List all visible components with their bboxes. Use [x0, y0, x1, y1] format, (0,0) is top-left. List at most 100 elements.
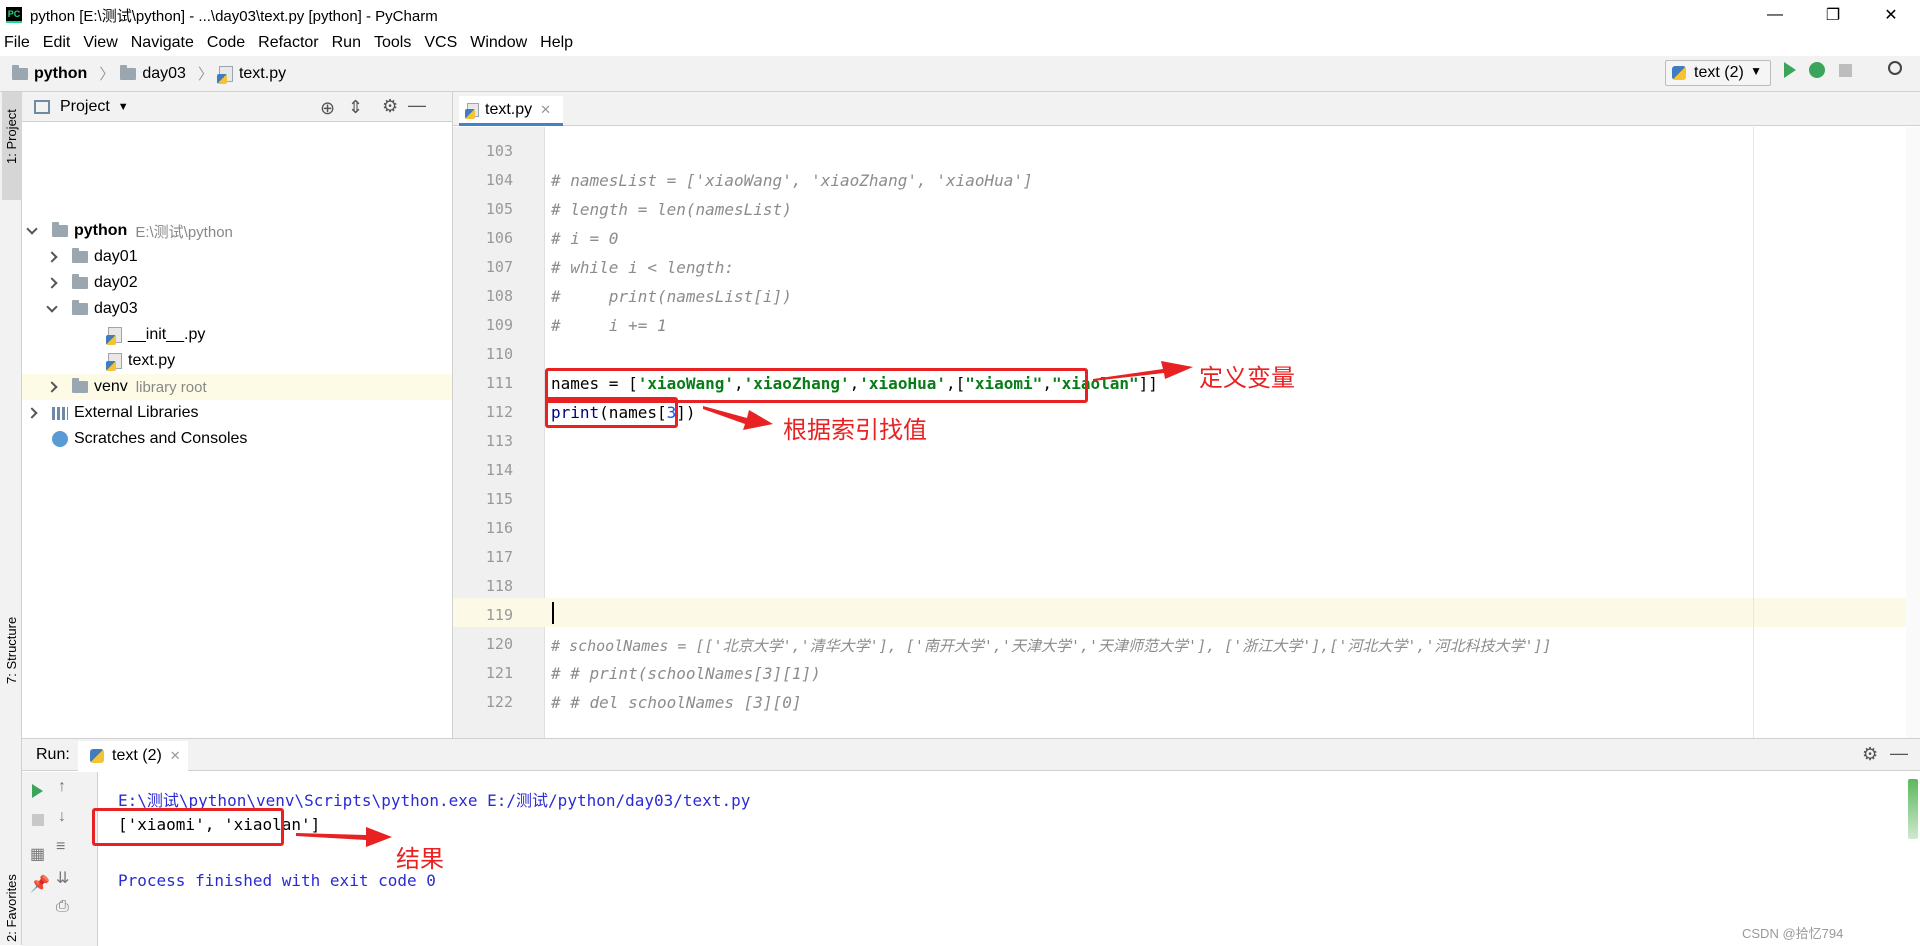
- layout-icon[interactable]: ▦: [30, 844, 45, 864]
- line-number: 109: [485, 316, 513, 334]
- scroll-up-icon[interactable]: ↑: [58, 778, 66, 796]
- window-title: python [E:\测试\python] - ...\day03\text.p…: [30, 7, 438, 25]
- print-icon[interactable]: ⎙: [56, 898, 69, 916]
- stop-icon[interactable]: [1839, 64, 1852, 77]
- rerun-icon[interactable]: [32, 784, 43, 798]
- scroll-down-icon[interactable]: ↓: [58, 808, 66, 826]
- run-icon[interactable]: [1784, 62, 1796, 78]
- line-number: 122: [485, 693, 513, 711]
- minimize-icon[interactable]: —: [1890, 743, 1908, 764]
- menu-view[interactable]: View: [83, 34, 117, 52]
- menu-vcs[interactable]: VCS: [424, 34, 457, 52]
- menu-bar: File Edit View Navigate Code Refactor Ru…: [0, 30, 1920, 56]
- tree-item-venv[interactable]: venv library root: [46, 374, 207, 400]
- chevron-right-icon: [26, 407, 38, 419]
- debug-icon[interactable]: [1809, 62, 1825, 78]
- pin-icon[interactable]: 📌: [30, 874, 50, 894]
- python-file-icon: [106, 353, 122, 371]
- code-line-120[interactable]: # # del schoolNames [3][0]: [551, 693, 801, 712]
- annotation-box-result: [92, 808, 284, 846]
- line-number: 117: [485, 548, 513, 566]
- annotation-arrow-index: [703, 406, 773, 430]
- locate-icon[interactable]: ⊕: [320, 98, 335, 119]
- tree-item-text-py[interactable]: text.py: [106, 348, 175, 374]
- tree-item-day01[interactable]: day01: [46, 244, 138, 270]
- folder-icon: [52, 222, 68, 237]
- close-tab-icon[interactable]: ✕: [540, 102, 551, 118]
- code-line-105[interactable]: # length = len(namesList): [551, 200, 792, 219]
- tree-item-day03[interactable]: day03: [46, 296, 138, 322]
- chevron-right-icon: [46, 251, 58, 263]
- python-icon: [1672, 66, 1686, 80]
- tree-item-python[interactable]: python E:\测试\python: [26, 218, 233, 244]
- menu-code[interactable]: Code: [207, 34, 245, 52]
- collapse-icon[interactable]: ⇕: [348, 97, 363, 118]
- project-view-icon: [34, 100, 50, 114]
- code-line-119[interactable]: # # print(schoolNames[3][1]): [551, 664, 821, 683]
- line-number: 107: [485, 258, 513, 276]
- line-number: 113: [485, 432, 513, 450]
- python-file-icon: [106, 327, 122, 345]
- menu-edit[interactable]: Edit: [43, 34, 71, 52]
- text-cursor: [552, 602, 554, 624]
- menu-file[interactable]: File: [4, 34, 30, 52]
- code-line-108[interactable]: # print(namesList[i]): [551, 287, 792, 306]
- run-toolbar: ↑ ↓ ≡ ⇊ ▦ 📌 ⎙: [22, 772, 98, 946]
- memory-indicator: [1908, 779, 1918, 839]
- line-number: 105: [485, 200, 513, 218]
- console-exit-message: Process finished with exit code 0: [118, 871, 436, 890]
- structure-tool-label[interactable]: 7: Structure: [4, 617, 19, 684]
- tree-item-day02[interactable]: day02: [46, 270, 138, 296]
- gear-icon[interactable]: ⚙: [382, 96, 398, 117]
- search-icon[interactable]: [1888, 61, 1902, 75]
- project-view-selector[interactable]: Project: [60, 98, 110, 116]
- run-config-label: text (2): [1694, 64, 1744, 81]
- tree-item-scratches[interactable]: Scratches and Consoles: [52, 426, 247, 452]
- gear-icon[interactable]: ⚙: [1862, 744, 1878, 765]
- tree-item-external-libraries[interactable]: External Libraries: [26, 400, 199, 426]
- annotation-arrow-define: [1093, 361, 1193, 381]
- close-tab-icon[interactable]: ✕: [170, 748, 181, 764]
- minimize-button[interactable]: —: [1746, 0, 1804, 30]
- code-line-107[interactable]: # while i < length:: [551, 258, 734, 277]
- stop-icon[interactable]: [32, 814, 44, 826]
- chevron-down-icon[interactable]: ▼: [118, 101, 129, 113]
- line-number: 108: [485, 287, 513, 305]
- scroll-to-end-icon[interactable]: ⇊: [56, 868, 69, 888]
- current-line-highlight: [545, 598, 1920, 627]
- folder-icon: [72, 274, 88, 289]
- soft-wrap-icon[interactable]: ≡: [56, 838, 65, 856]
- tab-text-py[interactable]: text.py ✕: [459, 96, 563, 126]
- menu-refactor[interactable]: Refactor: [258, 34, 318, 52]
- code-line-104[interactable]: # namesList = ['xiaoWang', 'xiaoZhang', …: [551, 171, 1033, 190]
- editor-area: text.py ✕ 103 104 105 106 107 108 109 11…: [453, 92, 1920, 738]
- menu-window[interactable]: Window: [470, 34, 527, 52]
- code-line-106[interactable]: # i = 0: [551, 229, 618, 248]
- project-panel-header: Project ▼ ⊕ ⇕ ⚙ —: [22, 92, 452, 122]
- line-number: 119: [485, 606, 513, 624]
- overflow-clip: [453, 722, 1920, 738]
- run-panel: Run: text (2) ✕ ⚙ — ↑ ↓ ≡ ⇊ ▦ 📌 ⎙ E:\测试\…: [22, 738, 1920, 946]
- breadcrumb-text-py[interactable]: text.py: [216, 65, 286, 84]
- code-line-118[interactable]: # schoolNames = [['北京大学','清华大学'], ['南开大学…: [551, 635, 1552, 656]
- line-number: 112: [485, 403, 513, 421]
- menu-navigate[interactable]: Navigate: [131, 34, 194, 52]
- menu-help[interactable]: Help: [540, 34, 573, 52]
- tree-item-init-py[interactable]: __init__.py: [106, 322, 205, 348]
- minimize-icon[interactable]: —: [408, 95, 426, 116]
- folder-icon: [72, 378, 88, 393]
- menu-run[interactable]: Run: [332, 34, 361, 52]
- chevron-down-icon: ▼: [1750, 64, 1762, 78]
- run-tab[interactable]: text (2) ✕: [78, 741, 188, 771]
- code-line-109[interactable]: # i += 1: [551, 316, 667, 335]
- close-window-button[interactable]: ✕: [1862, 0, 1920, 30]
- breadcrumb-day03[interactable]: day03: [120, 64, 186, 83]
- python-file-icon: [465, 102, 479, 119]
- breadcrumb-python[interactable]: python: [12, 64, 87, 83]
- project-panel: Project ▼ ⊕ ⇕ ⚙ — python E:\测试\python day…: [22, 92, 453, 738]
- favorites-tool-label[interactable]: 2: Favorites: [4, 874, 19, 942]
- project-tool-label[interactable]: 1: Project: [4, 109, 19, 164]
- maximize-button[interactable]: ❐: [1804, 0, 1862, 30]
- run-configuration-select[interactable]: text (2) ▼: [1665, 60, 1771, 86]
- menu-tools[interactable]: Tools: [374, 34, 411, 52]
